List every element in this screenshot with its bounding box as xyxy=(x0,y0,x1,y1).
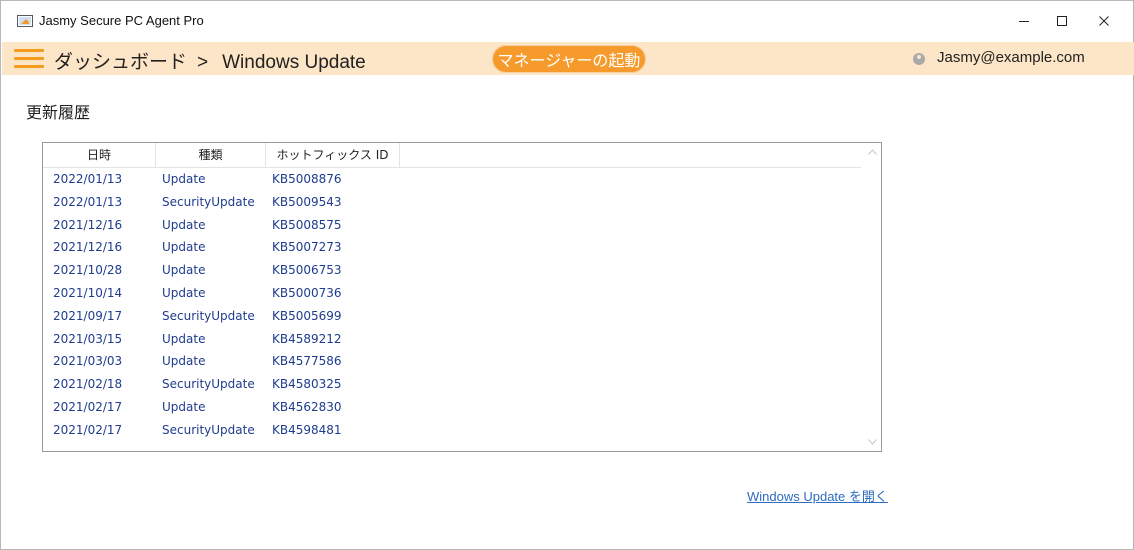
close-icon xyxy=(1099,16,1109,26)
cell-type: Update xyxy=(162,399,206,414)
table-row[interactable]: 2021/12/16 Update KB5008575 xyxy=(43,214,861,237)
table-row[interactable]: 2021/09/17 SecurityUpdate KB5005699 xyxy=(43,305,861,328)
table-row[interactable]: 2021/10/28 Update KB5006753 xyxy=(43,259,861,282)
update-history-list[interactable]: 日時 種類 ホットフィックス ID 2022/01/13 Update KB5008… xyxy=(42,142,882,452)
column-header-date[interactable]: 日時 xyxy=(43,143,156,167)
scroll-down-icon[interactable] xyxy=(866,437,878,447)
cell-hotfix-id: KB5007273 xyxy=(272,240,342,255)
cell-type: SecurityUpdate xyxy=(162,377,255,392)
cell-hotfix-id: KB4577586 xyxy=(272,354,342,369)
cell-hotfix-id: KB4598481 xyxy=(272,422,342,437)
cell-hotfix-id: KB5008876 xyxy=(272,172,342,186)
column-header-hotfix-id[interactable]: ホットフィックス ID xyxy=(266,143,400,167)
maximize-button[interactable] xyxy=(1039,1,1085,41)
cell-type: Update xyxy=(162,217,206,232)
minimize-icon xyxy=(1019,21,1029,22)
close-button[interactable] xyxy=(1081,1,1127,41)
cell-hotfix-id: KB4580325 xyxy=(272,377,342,392)
cell-date: 2021/12/16 xyxy=(53,217,123,232)
cell-date: 2021/12/16 xyxy=(53,240,123,255)
cell-hotfix-id: KB5008575 xyxy=(272,217,342,232)
title-bar: Jasmy Secure PC Agent Pro xyxy=(1,1,1133,41)
cell-type: Update xyxy=(162,285,206,300)
cell-type: Update xyxy=(162,240,206,255)
cell-date: 2021/02/18 xyxy=(53,377,123,392)
app-window: Jasmy Secure PC Agent Pro ダッシュボード > Window… xyxy=(0,0,1134,550)
section-title: 更新履歴 xyxy=(26,103,91,122)
user-icon xyxy=(913,53,925,65)
window-title: Jasmy Secure PC Agent Pro xyxy=(39,13,204,28)
cell-type: Update xyxy=(162,263,206,278)
cell-type: SecurityUpdate xyxy=(162,308,255,323)
cell-hotfix-id: KB5006753 xyxy=(272,263,342,278)
header-band: ダッシュボード > Windows Update マネージャーの起動 Jasmy@e… xyxy=(2,42,1134,75)
cell-date: 2022/01/13 xyxy=(53,194,123,209)
breadcrumb-separator: > xyxy=(197,52,209,73)
table-row[interactable]: 2021/12/16 Update KB5007273 xyxy=(43,236,861,259)
hamburger-menu-icon[interactable] xyxy=(14,49,44,69)
table-row[interactable]: 2021/02/17 SecurityUpdate KB4598481 xyxy=(43,419,861,442)
launch-manager-button[interactable]: マネージャーの起動 xyxy=(492,45,646,73)
table-row[interactable]: 2021/02/17 Update KB4562830 xyxy=(43,396,861,419)
cell-hotfix-id: KB5000736 xyxy=(272,285,342,300)
column-header-type[interactable]: 種類 xyxy=(156,143,266,167)
breadcrumb: ダッシュボード > Windows Update xyxy=(54,47,366,74)
table-row[interactable]: 2021/10/14 Update KB5000736 xyxy=(43,282,861,305)
table-row[interactable]: 2021/02/18 SecurityUpdate KB4580325 xyxy=(43,373,861,396)
cell-date: 2021/03/15 xyxy=(53,331,123,346)
cell-hotfix-id: KB4562830 xyxy=(272,399,342,414)
user-email: Jasmy@example.com xyxy=(937,49,1085,66)
table-row[interactable]: 2021/03/03 Update KB4577586 xyxy=(43,350,861,373)
list-rows: 2022/01/13 Update KB5008876 2022/01/13 Secur… xyxy=(43,168,861,442)
cell-type: Update xyxy=(162,354,206,369)
cell-date: 2021/09/17 xyxy=(53,308,123,323)
cell-type: Update xyxy=(162,172,206,186)
vertical-scrollbar[interactable] xyxy=(863,143,881,451)
maximize-icon xyxy=(1057,16,1067,26)
list-header: 日時 種類 ホットフィックス ID xyxy=(43,143,861,168)
cell-date: 2021/03/03 xyxy=(53,354,123,369)
cell-hotfix-id: KB5009543 xyxy=(272,194,342,209)
cell-hotfix-id: KB5005699 xyxy=(272,308,342,323)
cell-date: 2021/10/28 xyxy=(53,263,123,278)
cell-date: 2021/02/17 xyxy=(53,422,123,437)
breadcrumb-current: Windows Update xyxy=(222,52,366,73)
open-windows-update-link[interactable]: Windows Update を開く xyxy=(747,486,888,505)
scroll-up-icon[interactable] xyxy=(866,147,878,157)
cell-date: 2022/01/13 xyxy=(53,172,123,186)
breadcrumb-root[interactable]: ダッシュボード xyxy=(54,52,187,73)
cell-type: SecurityUpdate xyxy=(162,194,255,209)
app-logo-icon xyxy=(17,15,33,27)
cell-date: 2021/02/17 xyxy=(53,399,123,414)
cell-type: SecurityUpdate xyxy=(162,422,255,437)
table-row[interactable]: 2022/01/13 Update KB5008876 xyxy=(43,168,861,191)
cell-hotfix-id: KB4589212 xyxy=(272,331,342,346)
cell-date: 2021/10/14 xyxy=(53,285,123,300)
table-row[interactable]: 2022/01/13 SecurityUpdate KB5009543 xyxy=(43,191,861,214)
table-row[interactable]: 2021/03/15 Update KB4589212 xyxy=(43,328,861,351)
cell-type: Update xyxy=(162,331,206,346)
